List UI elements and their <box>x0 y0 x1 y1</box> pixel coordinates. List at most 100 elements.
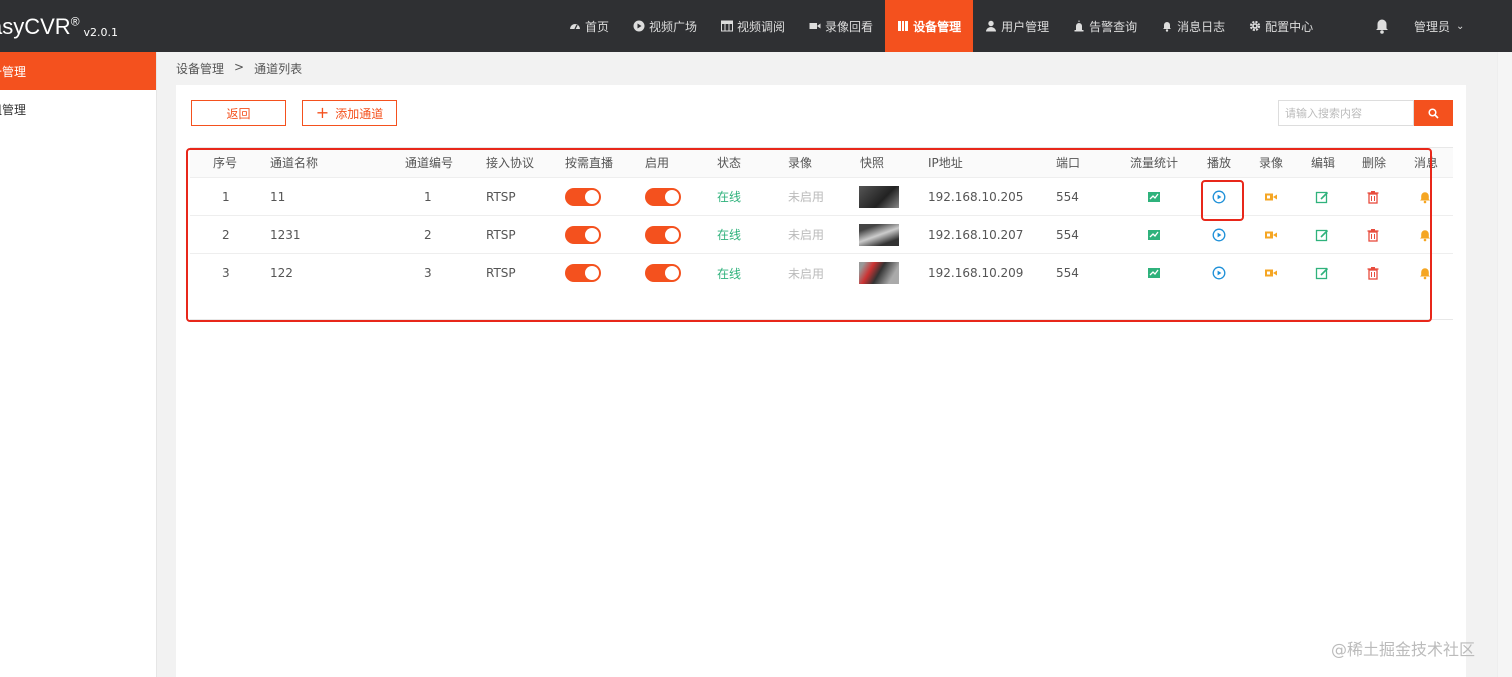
enabled-toggle-cell <box>645 178 681 215</box>
delete-cell <box>1366 254 1380 292</box>
sidebar-item-device-management[interactable]: 备管理 <box>0 52 156 90</box>
sidebar-item-group-management[interactable]: 组管理 <box>0 90 156 128</box>
on-demand-toggle[interactable] <box>565 187 601 206</box>
traffic-cell <box>1147 178 1161 215</box>
nav-video-square[interactable]: 视频广场 <box>621 0 709 52</box>
bell-icon <box>1161 20 1173 32</box>
admin-menu[interactable]: 管理员 ⌄ <box>1414 0 1464 52</box>
video-record-icon[interactable] <box>1264 228 1278 242</box>
play-icon[interactable] <box>1212 190 1226 204</box>
cell-index: 2 <box>222 227 230 242</box>
edit-icon[interactable] <box>1315 190 1329 204</box>
back-button[interactable]: 返回 <box>191 100 286 126</box>
admin-name: 管理员 <box>1414 19 1451 34</box>
header-protocol: 接入协议 <box>486 156 535 170</box>
trash-icon[interactable] <box>1366 266 1380 280</box>
header-enabled: 启用 <box>645 156 670 170</box>
edit-cell <box>1315 254 1329 292</box>
app-logo[interactable]: asyCVR® v2.0.1 <box>0 0 118 52</box>
sidebar-item-label: 组管理 <box>0 102 27 117</box>
alarm-icon <box>1073 20 1085 32</box>
plus-icon: + <box>315 103 330 122</box>
search-button[interactable] <box>1414 100 1453 126</box>
header-edit: 编辑 <box>1311 156 1336 170</box>
traffic-chart-icon[interactable] <box>1147 266 1161 280</box>
trash-icon[interactable] <box>1366 228 1380 242</box>
nav-message-log[interactable]: 消息日志 <box>1149 0 1237 52</box>
video-record-icon[interactable] <box>1264 266 1278 280</box>
header-snapshot: 快照 <box>860 156 885 170</box>
on-demand-toggle[interactable] <box>565 225 601 244</box>
nav-user-management[interactable]: 用户管理 <box>973 0 1061 52</box>
search-input[interactable] <box>1278 100 1414 126</box>
enabled-toggle[interactable] <box>645 187 681 206</box>
snapshot-thumbnail[interactable] <box>859 223 899 246</box>
cell-status: 在线 <box>717 266 742 281</box>
video-record-icon[interactable] <box>1264 190 1278 204</box>
cell-ip: 192.168.10.209 <box>928 266 1024 280</box>
table-row[interactable]: 2 1231 2 RTSP 在线 未启用 192.168.10.207 554 <box>190 216 1453 254</box>
table-row[interactable]: 1 11 1 RTSP 在线 未启用 192.168.10.205 554 <box>190 178 1453 216</box>
snapshot-cell <box>859 216 899 253</box>
on-demand-toggle[interactable] <box>565 264 601 282</box>
edit-icon[interactable] <box>1315 266 1329 280</box>
snapshot-cell <box>859 254 899 292</box>
enabled-toggle-cell <box>645 216 681 253</box>
cell-status: 在线 <box>717 228 742 242</box>
play-icon[interactable] <box>1212 228 1226 242</box>
scrollbar[interactable] <box>1497 52 1512 677</box>
watermark: @稀土掘金技术社区 <box>1331 640 1476 659</box>
app-version: v2.0.1 <box>83 26 119 39</box>
record-cell <box>1264 178 1278 215</box>
snapshot-thumbnail[interactable] <box>859 262 899 284</box>
bell-icon[interactable] <box>1418 228 1432 242</box>
nav-home[interactable]: 首页 <box>557 0 621 52</box>
cell-port: 554 <box>1056 227 1079 242</box>
cell-port: 554 <box>1056 266 1079 280</box>
trash-icon[interactable] <box>1366 190 1380 204</box>
grid-icon <box>721 20 734 32</box>
header-traffic: 流量统计 <box>1130 156 1179 170</box>
top-nav-bar: asyCVR® v2.0.1 首页 视频广场 视频调阅 录像回看 设备 <box>0 0 1512 52</box>
nav-playback[interactable]: 录像回看 <box>797 0 885 52</box>
delete-cell <box>1366 178 1380 215</box>
header-channel-number: 通道编号 <box>405 156 454 170</box>
traffic-chart-icon[interactable] <box>1147 190 1161 204</box>
enabled-toggle-cell <box>645 254 681 292</box>
user-icon <box>985 20 997 32</box>
nav-device-management[interactable]: 设备管理 <box>885 0 974 52</box>
delete-cell <box>1366 216 1380 253</box>
search-icon <box>1428 107 1439 119</box>
cell-protocol: RTSP <box>486 227 516 242</box>
edit-icon[interactable] <box>1315 228 1329 242</box>
enabled-toggle[interactable] <box>645 264 681 282</box>
notification-bell-icon[interactable] <box>1373 17 1391 35</box>
enabled-toggle[interactable] <box>645 225 681 244</box>
table-header: 序号 通道名称 通道编号 接入协议 按需直播 启用 状态 录像 快照 IP地址 … <box>190 148 1453 178</box>
cell-channel-number: 3 <box>424 266 432 280</box>
cell-status: 在线 <box>717 190 742 204</box>
play-icon[interactable] <box>1212 266 1226 280</box>
header-ip: IP地址 <box>928 156 963 170</box>
add-channel-button[interactable]: + 添加通道 <box>302 100 397 126</box>
message-cell <box>1418 254 1432 292</box>
play-cell <box>1212 254 1226 292</box>
header-status: 状态 <box>717 156 742 170</box>
cell-record-status: 未启用 <box>788 190 825 204</box>
bell-icon[interactable] <box>1418 266 1432 280</box>
bell-icon[interactable] <box>1418 190 1432 204</box>
sidebar: 备管理 组管理 <box>0 52 157 677</box>
breadcrumb-root[interactable]: 设备管理 <box>176 60 224 77</box>
cell-index: 1 <box>222 189 230 204</box>
table-row[interactable]: 3 122 3 RTSP 在线 未启用 192.168.10.209 554 <box>190 254 1453 292</box>
cell-ip: 192.168.10.205 <box>928 189 1024 204</box>
gear-icon <box>1249 20 1261 32</box>
cell-protocol: RTSP <box>486 266 516 280</box>
snapshot-thumbnail[interactable] <box>859 185 899 208</box>
nav-video-review[interactable]: 视频调阅 <box>709 0 797 52</box>
traffic-chart-icon[interactable] <box>1147 228 1161 242</box>
nav-alarm-query[interactable]: 告警查询 <box>1061 0 1149 52</box>
table-footer-space <box>190 292 1453 319</box>
snapshot-cell <box>859 178 899 215</box>
nav-config-center[interactable]: 配置中心 <box>1237 0 1325 52</box>
